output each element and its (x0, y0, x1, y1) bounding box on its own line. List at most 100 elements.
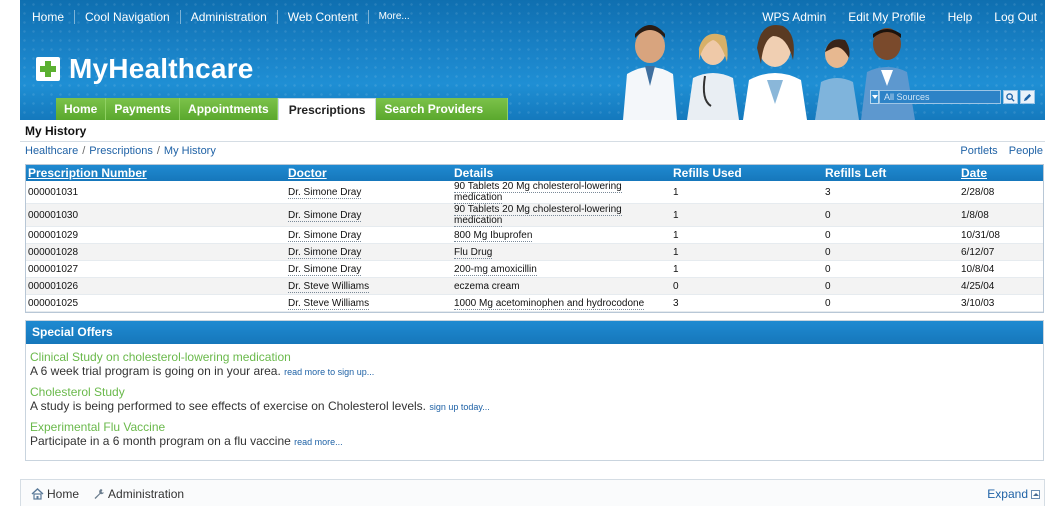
doctor-link[interactable]: Dr. Simone Dray (288, 263, 362, 276)
refills-left: 3 (823, 181, 959, 204)
refills-left: 0 (823, 203, 959, 227)
table-row: 000001026 Dr. Steve Williams eczema crea… (26, 277, 1043, 295)
doctor-link[interactable]: Dr. Simone Dray (288, 229, 362, 242)
table-row: 000001028 Dr. Simone Dray Flu Drug 1 0 6… (26, 243, 1043, 261)
offer-title[interactable]: Experimental Flu Vaccine (30, 420, 1043, 434)
offer-title[interactable]: Clinical Study on cholesterol-lowering m… (30, 350, 1043, 364)
footer-home-label: Home (47, 487, 80, 501)
breadcrumb-separator: / (156, 145, 160, 157)
tab-prescriptions[interactable]: Prescriptions (277, 98, 377, 120)
people-link[interactable]: People (1009, 145, 1043, 157)
expand-label: Expand (987, 487, 1028, 501)
top-navigation: Home Cool Navigation Administration Web … (28, 10, 420, 24)
details-link[interactable]: 90 Tablets 20 Mg cholesterol-lowering me… (454, 204, 622, 227)
date: 10/8/04 (959, 260, 1043, 278)
prescription-number: 000001030 (26, 203, 286, 227)
top-nav-administration[interactable]: Administration (181, 10, 278, 24)
offer-sign-up-link[interactable]: sign up today... (429, 402, 489, 412)
doctor-link[interactable]: Dr. Steve Williams (288, 297, 370, 310)
breadcrumb-healthcare[interactable]: Healthcare (25, 145, 78, 157)
expand-control[interactable]: Expand (987, 487, 1040, 501)
table-header-row: Prescription Number Doctor Details Refil… (26, 165, 1043, 181)
refills-used: 1 (671, 181, 823, 204)
column-label: Date (961, 166, 988, 180)
doctor-link[interactable]: Dr. Simone Dray (288, 246, 362, 259)
house-icon (31, 488, 44, 500)
date: 6/12/07 (959, 243, 1043, 261)
top-nav-cool-navigation[interactable]: Cool Navigation (75, 10, 181, 24)
details-link[interactable]: 90 Tablets 20 Mg cholesterol-lowering me… (454, 181, 622, 204)
search-scope-dropdown[interactable] (870, 90, 879, 104)
date: 1/8/08 (959, 203, 1043, 227)
refills-used: 0 (671, 277, 823, 295)
doctor-link[interactable]: Dr. Steve Williams (288, 280, 370, 293)
wrench-icon (94, 489, 105, 499)
breadcrumb-separator: / (82, 145, 86, 157)
breadcrumb-my-history[interactable]: My History (164, 145, 216, 157)
breadcrumb-prescriptions[interactable]: Prescriptions (89, 145, 153, 157)
offer-description: A study is being performed to see effect… (30, 399, 1043, 414)
offer-item: Cholesterol Study A study is being perfo… (26, 385, 1043, 414)
site-banner: Home Cool Navigation Administration Web … (20, 0, 1045, 120)
table-row: 000001029 Dr. Simone Dray 800 Mg Ibuprof… (26, 226, 1043, 244)
prescription-number: 000001029 (26, 226, 286, 244)
details-link[interactable]: Flu Drug (454, 246, 493, 259)
top-nav-home[interactable]: Home (28, 10, 76, 24)
column-header-date[interactable]: Date (959, 165, 1043, 181)
offer-title[interactable]: Cholesterol Study (30, 385, 1043, 399)
column-label: Doctor (288, 166, 327, 180)
column-header-refills-used: Refills Used (671, 165, 823, 181)
search-area (870, 90, 1035, 104)
refills-used: 1 (671, 203, 823, 227)
refills-left: 0 (823, 243, 959, 261)
help-link[interactable]: Help (948, 10, 973, 24)
doctor-link[interactable]: Dr. Simone Dray (288, 186, 362, 199)
offer-read-more-link[interactable]: read more to sign up... (284, 367, 374, 377)
details-link[interactable]: 800 Mg Ibuprofen (454, 229, 533, 242)
table-row: 000001025 Dr. Steve Williams 1000 Mg ace… (26, 294, 1043, 312)
portlets-link[interactable]: Portlets (960, 145, 997, 157)
column-header-details: Details (452, 165, 671, 181)
footer-administration-label: Administration (108, 487, 185, 501)
refills-used: 3 (671, 294, 823, 312)
column-label: Prescription Number (28, 166, 147, 180)
tab-home[interactable]: Home (56, 98, 107, 120)
refills-left: 0 (823, 277, 959, 295)
refills-left: 0 (823, 294, 959, 312)
offer-description: A 6 week trial program is going on in yo… (30, 364, 1043, 379)
search-input[interactable] (879, 90, 1001, 104)
details-link[interactable]: 200-mg amoxicillin (454, 263, 537, 276)
date: 2/28/08 (959, 181, 1043, 204)
offer-read-more-link[interactable]: read more... (294, 437, 343, 447)
prescription-history-table: Prescription Number Doctor Details Refil… (25, 164, 1044, 313)
date: 10/31/08 (959, 226, 1043, 244)
search-button[interactable] (1003, 90, 1018, 104)
refills-used: 1 (671, 226, 823, 244)
offer-text: Participate in a 6 month program on a fl… (30, 434, 291, 448)
date: 3/10/03 (959, 294, 1043, 312)
footer-links: Home Administration (31, 487, 198, 501)
top-nav-more[interactable]: More... (369, 10, 420, 24)
prescription-number: 000001026 (26, 277, 286, 295)
prescription-number: 000001025 (26, 294, 286, 312)
column-header-prescription-number[interactable]: Prescription Number (26, 165, 286, 181)
top-nav-web-content[interactable]: Web Content (278, 10, 369, 24)
logout-link[interactable]: Log Out (994, 10, 1037, 24)
tab-payments[interactable]: Payments (106, 98, 181, 120)
edit-button[interactable] (1020, 90, 1035, 104)
refills-left: 0 (823, 226, 959, 244)
footer-home-link[interactable]: Home (31, 487, 79, 501)
refills-left: 0 (823, 260, 959, 278)
footer-administration-link[interactable]: Administration (93, 487, 184, 501)
main-tabs: Home Payments Appointments Prescriptions… (56, 98, 509, 120)
date: 4/25/04 (959, 277, 1043, 295)
offer-item: Clinical Study on cholesterol-lowering m… (26, 350, 1043, 379)
page-title: My History (25, 124, 87, 138)
column-header-doctor[interactable]: Doctor (286, 165, 452, 181)
details-link[interactable]: 1000 Mg acetominophen and hydrocodone (454, 297, 645, 310)
tab-appointments[interactable]: Appointments (180, 98, 278, 120)
footer-bar: Home Administration Expand (20, 479, 1045, 506)
table-row: 000001030 Dr. Simone Dray 90 Tablets 20 … (26, 203, 1043, 227)
tab-search-providers[interactable]: Search Providers (376, 98, 509, 120)
doctor-link[interactable]: Dr. Simone Dray (288, 209, 362, 222)
